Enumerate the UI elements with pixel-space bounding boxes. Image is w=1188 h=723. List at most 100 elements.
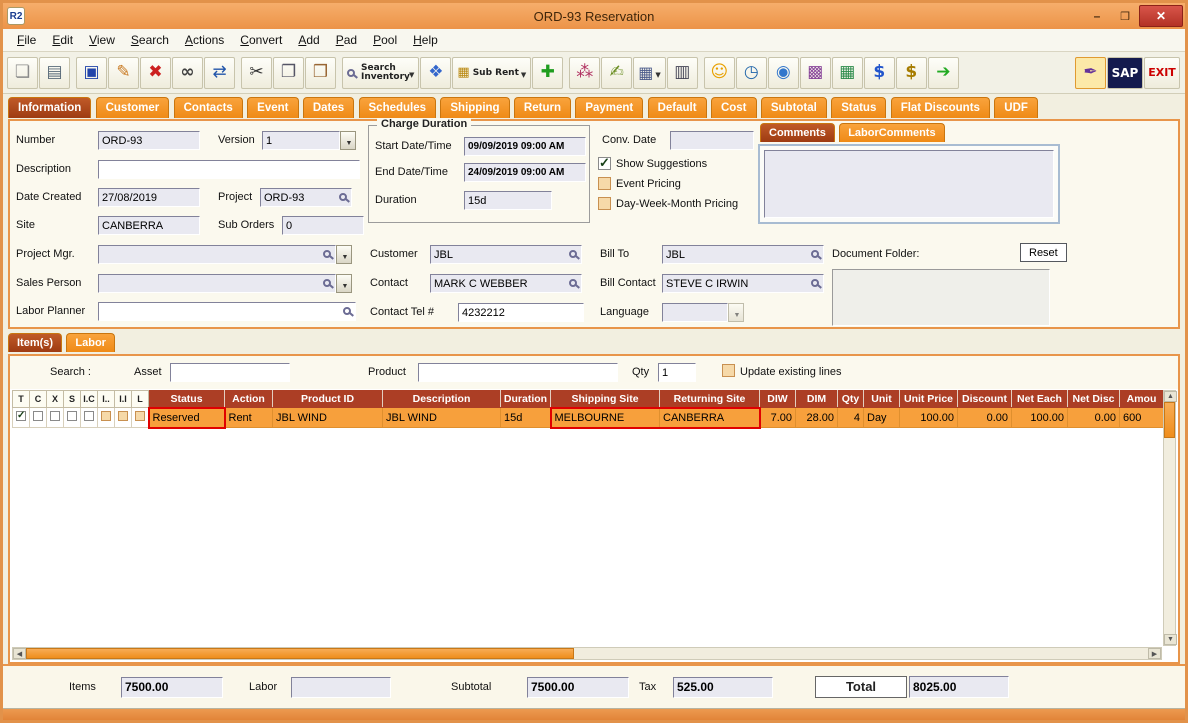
row-flag-s[interactable]: [67, 411, 77, 421]
convert-button[interactable]: ⇄: [204, 57, 235, 89]
tab-udf[interactable]: UDF: [994, 97, 1038, 118]
col-dim[interactable]: DIM: [796, 391, 838, 408]
bill-to-search-icon[interactable]: [811, 250, 819, 258]
col-net-each[interactable]: Net Each: [1012, 391, 1068, 408]
dollar-button[interactable]: $: [864, 57, 895, 89]
menu-pool[interactable]: Pool: [365, 31, 405, 50]
language-field[interactable]: [662, 303, 728, 322]
row-flag-ic[interactable]: [84, 411, 94, 421]
col-t[interactable]: T: [13, 391, 30, 408]
cell-shipping-site[interactable]: MELBOURNE: [551, 408, 660, 428]
col-unit[interactable]: Unit: [864, 391, 900, 408]
customer-search-icon[interactable]: [569, 250, 577, 258]
menu-search[interactable]: Search: [123, 31, 177, 50]
col-x[interactable]: X: [47, 391, 64, 408]
disk-button[interactable]: ◉: [768, 57, 799, 89]
maximize-button[interactable]: [1111, 6, 1139, 26]
col-description[interactable]: Description: [383, 391, 501, 408]
update-existing-checkbox[interactable]: [722, 364, 735, 377]
copy-button[interactable]: ❐: [273, 57, 304, 89]
qty-input[interactable]: 1: [658, 363, 696, 382]
vertical-scroll-thumb[interactable]: [1164, 402, 1175, 438]
tab-dates[interactable]: Dates: [303, 97, 354, 118]
col-ic[interactable]: I.C: [81, 391, 98, 408]
grid-button[interactable]: ▦: [633, 57, 666, 89]
menu-file[interactable]: File: [9, 31, 44, 50]
bill-contact-field[interactable]: STEVE C IRWIN: [662, 274, 824, 293]
tab-subtotal[interactable]: Subtotal: [761, 97, 827, 118]
document-folder-box[interactable]: [832, 269, 1050, 326]
version-field[interactable]: 1: [262, 131, 340, 150]
start-date-field[interactable]: 09/09/2019 09:00 AM: [464, 137, 586, 156]
row-flag-ii[interactable]: [118, 411, 128, 421]
cell-dim[interactable]: 28.00: [796, 408, 838, 428]
sales-person-dropdown[interactable]: [336, 274, 352, 293]
find-button[interactable]: ∞: [172, 57, 203, 89]
language-dropdown[interactable]: [728, 303, 744, 322]
tab-labor[interactable]: Labor: [66, 333, 115, 352]
asset-input[interactable]: [170, 363, 290, 382]
table-row[interactable]: Reserved Rent JBL WIND JBL WIND 15d MELB…: [13, 408, 1164, 428]
contact-field[interactable]: MARK C WEBBER: [430, 274, 582, 293]
cell-unit-price[interactable]: 100.00: [900, 408, 958, 428]
colors-button[interactable]: ⁂: [569, 57, 600, 89]
col-i2[interactable]: I..: [98, 391, 115, 408]
row-flag-t[interactable]: [16, 411, 26, 421]
bill-to-field[interactable]: JBL: [662, 245, 824, 264]
day-week-month-checkbox[interactable]: [598, 197, 611, 210]
row-flag-c[interactable]: [33, 411, 43, 421]
export-button[interactable]: ➔: [928, 57, 959, 89]
tab-information[interactable]: Information: [8, 97, 91, 118]
tab-event[interactable]: Event: [247, 97, 298, 118]
scroll-right-icon[interactable]: ▶: [1148, 648, 1161, 659]
show-suggestions-checkbox[interactable]: [598, 157, 611, 170]
project-field[interactable]: ORD-93: [260, 188, 352, 207]
minimize-button[interactable]: [1083, 6, 1111, 26]
date-created-field[interactable]: 27/08/2019: [98, 188, 200, 207]
col-ii[interactable]: I.I: [115, 391, 132, 408]
row-flag-x[interactable]: [50, 411, 60, 421]
shapes-button[interactable]: ❖: [420, 57, 451, 89]
edit-note-button[interactable]: ✍: [601, 57, 632, 89]
cell-net-each[interactable]: 100.00: [1012, 408, 1068, 428]
tab-cost[interactable]: Cost: [711, 97, 757, 118]
cell-action[interactable]: Rent: [225, 408, 273, 428]
quill-button[interactable]: ✒: [1075, 57, 1106, 89]
col-unit-price[interactable]: Unit Price: [900, 391, 958, 408]
cell-unit[interactable]: Day: [864, 408, 900, 428]
tab-contacts[interactable]: Contacts: [174, 97, 243, 118]
scroll-left-icon[interactable]: ◀: [13, 648, 26, 659]
tab-return[interactable]: Return: [514, 97, 571, 118]
reset-button[interactable]: Reset: [1020, 243, 1067, 262]
horizontal-scrollbar[interactable]: ◀ ▶: [12, 647, 1162, 660]
sub-orders-field[interactable]: 0: [282, 216, 364, 235]
tab-flat-discounts[interactable]: Flat Discounts: [891, 97, 990, 118]
sales-person-field[interactable]: [98, 274, 336, 293]
duration-field[interactable]: 15d: [464, 191, 552, 210]
cell-discount[interactable]: 0.00: [958, 408, 1012, 428]
search-inventory-button[interactable]: Search Inventory: [342, 57, 419, 89]
scroll-down-icon[interactable]: ▼: [1164, 634, 1177, 645]
cell-amount[interactable]: 600: [1120, 408, 1164, 428]
col-action[interactable]: Action: [225, 391, 273, 408]
site-field[interactable]: CANBERRA: [98, 216, 200, 235]
cell-status[interactable]: Reserved: [149, 408, 225, 428]
menu-convert[interactable]: Convert: [232, 31, 290, 50]
col-qty[interactable]: Qty: [838, 391, 864, 408]
col-shipping-site[interactable]: Shipping Site: [551, 391, 660, 408]
cell-qty[interactable]: 4: [838, 408, 864, 428]
add-button[interactable]: ✚: [532, 57, 563, 89]
cut-button[interactable]: ✂: [241, 57, 272, 89]
sub-rent-button[interactable]: ▦ Sub Rent: [452, 57, 531, 89]
menu-edit[interactable]: Edit: [44, 31, 81, 50]
cell-returning-site[interactable]: CANBERRA: [660, 408, 760, 428]
clock-button[interactable]: ◷: [736, 57, 767, 89]
menu-add[interactable]: Add: [290, 31, 327, 50]
sheet-edit-button[interactable]: ▦: [832, 57, 863, 89]
version-dropdown[interactable]: [340, 131, 356, 150]
tab-items[interactable]: Item(s): [8, 333, 62, 352]
row-flag-i2[interactable]: [101, 411, 111, 421]
horizontal-scroll-thumb[interactable]: [26, 648, 574, 659]
labor-planner-field[interactable]: [98, 302, 356, 321]
vertical-scrollbar[interactable]: ▲ ▼: [1163, 390, 1176, 646]
